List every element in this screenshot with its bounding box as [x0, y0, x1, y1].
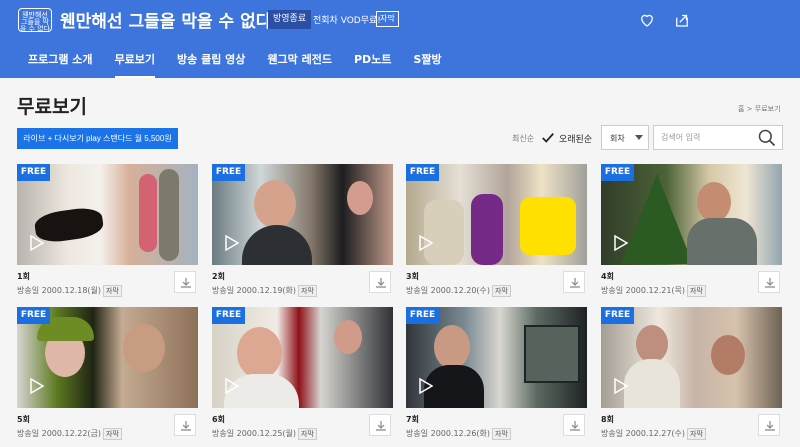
episode-title[interactable]: 7회: [406, 414, 419, 425]
nav-s-clips[interactable]: S짤방: [413, 51, 441, 78]
download-icon: [376, 278, 386, 288]
episode-title[interactable]: 2회: [212, 271, 225, 282]
episode-title[interactable]: 1회: [17, 271, 30, 282]
sort-newest[interactable]: 최신순: [512, 133, 534, 144]
download-button[interactable]: [369, 414, 391, 436]
download-button[interactable]: [369, 271, 391, 293]
program-title: 웬만해선 그들을 막을 수 없다: [60, 12, 272, 32]
download-icon: [765, 278, 775, 288]
program-nav: 프로그램 소개 무료보기 방송 클립 영상 웬그막 레전드 PD노트 S짤방: [28, 51, 442, 78]
subtitle-tag: 자막: [492, 285, 511, 297]
subtitle-tag: 자막: [687, 285, 706, 297]
heart-icon[interactable]: [638, 11, 656, 29]
subtitle-tag: 자막: [687, 428, 706, 440]
nav-clips[interactable]: 방송 클립 영상: [177, 51, 245, 78]
play-icon: [30, 234, 45, 252]
play-icon: [419, 234, 434, 252]
promo-subscribe-button[interactable]: 라이브 + 다시보기 play 스탠다드 월 5,500원: [17, 128, 178, 149]
subtitle-tag: 자막: [298, 285, 317, 297]
episode-card-6[interactable]: FREE 6회 방송일 2000.12.25(월) 자막: [212, 307, 393, 447]
download-button[interactable]: [563, 414, 585, 436]
episode-thumbnail[interactable]: FREE: [406, 164, 587, 265]
download-icon: [765, 421, 775, 431]
selected-category: 회차: [610, 134, 625, 143]
air-date: 방송일 2000.12.22(금) 자막: [17, 428, 122, 440]
episode-thumbnail[interactable]: FREE: [601, 307, 782, 408]
subtitle-tag: 자막: [103, 285, 122, 297]
sort-oldest[interactable]: 오래된순: [541, 130, 592, 146]
free-badge: FREE: [212, 307, 245, 324]
episode-card-3[interactable]: FREE 3회 방송일 2000.12.20(수) 자막: [406, 164, 587, 304]
free-badge: FREE: [406, 307, 439, 324]
download-button[interactable]: [758, 271, 780, 293]
nav-free-watch[interactable]: 무료보기: [114, 51, 156, 78]
episode-title[interactable]: 8회: [601, 414, 614, 425]
breadcrumb[interactable]: 홈 > 무료보기: [738, 104, 781, 114]
download-button[interactable]: [758, 414, 780, 436]
download-icon: [376, 421, 386, 431]
program-logo[interactable]: 웬만해선 그들을 막을 수 없다: [18, 8, 52, 33]
air-date: 방송일 2000.12.21(목) 자막: [601, 285, 706, 297]
episode-thumbnail[interactable]: FREE: [601, 164, 782, 265]
page-title: 무료보기: [17, 96, 87, 118]
air-date: 방송일 2000.12.19(화) 자막: [212, 285, 317, 297]
subtitle-tag: 자막: [298, 428, 317, 440]
search-icon[interactable]: [757, 128, 777, 148]
nav-legend[interactable]: 웬그막 레전드: [267, 51, 332, 78]
download-icon: [181, 421, 191, 431]
program-header: 웬만해선 그들을 막을 수 없다 웬만해선 그들을 막을 수 없다 방영종료 전…: [0, 0, 800, 78]
free-badge: FREE: [601, 164, 634, 181]
play-icon: [614, 234, 629, 252]
free-vod-notice: 전회차 VOD무료!: [313, 16, 381, 26]
free-badge: FREE: [406, 164, 439, 181]
episode-thumbnail[interactable]: FREE: [212, 164, 393, 265]
subtitle-badge: 자막: [376, 11, 399, 27]
play-icon: [30, 377, 45, 395]
air-date: 방송일 2000.12.25(월) 자막: [212, 428, 317, 440]
play-icon: [225, 377, 240, 395]
episode-thumbnail[interactable]: FREE: [17, 164, 198, 265]
free-badge: FREE: [212, 164, 245, 181]
episode-card-5[interactable]: FREE 5회 방송일 2000.12.22(금) 자막: [17, 307, 198, 447]
episode-card-4[interactable]: FREE 4회 방송일 2000.12.21(목) 자막: [601, 164, 782, 304]
status-badge: 방영종료: [268, 10, 312, 29]
search-category-select[interactable]: 회차: [601, 125, 649, 150]
download-icon: [570, 421, 580, 431]
air-date: 방송일 2000.12.20(수) 자막: [406, 285, 511, 297]
play-icon: [419, 377, 434, 395]
air-date: 방송일 2000.12.26(화) 자막: [406, 428, 511, 440]
play-icon: [225, 234, 240, 252]
episode-title[interactable]: 4회: [601, 271, 614, 282]
free-badge: FREE: [17, 164, 50, 181]
free-badge: FREE: [601, 307, 634, 324]
chevron-down-icon: [635, 135, 643, 140]
subtitle-tag: 자막: [103, 428, 122, 440]
episode-thumbnail[interactable]: FREE: [212, 307, 393, 408]
episode-title[interactable]: 5회: [17, 414, 30, 425]
episode-thumbnail[interactable]: FREE: [406, 307, 587, 408]
episode-card-7[interactable]: FREE 7회 방송일 2000.12.26(화) 자막: [406, 307, 587, 447]
download-icon: [181, 278, 191, 288]
free-badge: FREE: [17, 307, 50, 324]
nav-program-intro[interactable]: 프로그램 소개: [28, 51, 93, 78]
subtitle-tag: 자막: [492, 428, 511, 440]
download-button[interactable]: [563, 271, 585, 293]
air-date: 방송일 2000.12.27(수) 자막: [601, 428, 706, 440]
episode-card-1[interactable]: FREE 1회 방송일 2000.12.18(월) 자막: [17, 164, 198, 304]
episode-title[interactable]: 3회: [406, 271, 419, 282]
episode-card-8[interactable]: FREE 8회 방송일 2000.12.27(수) 자막: [601, 307, 782, 447]
sort-oldest-label: 오래된순: [559, 134, 593, 145]
play-icon: [614, 377, 629, 395]
download-button[interactable]: [174, 414, 196, 436]
check-icon: [542, 133, 554, 143]
episode-thumbnail[interactable]: FREE: [17, 307, 198, 408]
episode-title[interactable]: 6회: [212, 414, 225, 425]
episode-card-2[interactable]: FREE 2회 방송일 2000.12.19(화) 자막: [212, 164, 393, 304]
air-date: 방송일 2000.12.18(월) 자막: [17, 285, 122, 297]
share-icon[interactable]: [673, 11, 691, 29]
logo-text: 웬만해선 그들을 막을 수 없다: [19, 11, 51, 33]
download-icon: [570, 278, 580, 288]
nav-pd-note[interactable]: PD노트: [354, 51, 391, 78]
download-button[interactable]: [174, 271, 196, 293]
